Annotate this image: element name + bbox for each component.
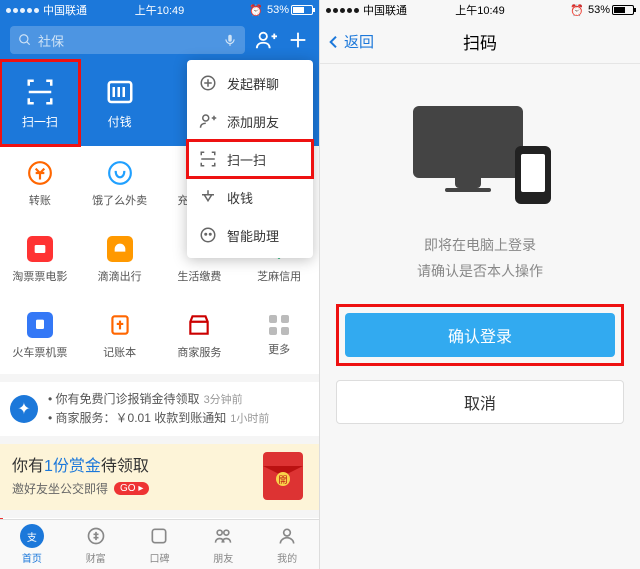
notification-feed[interactable]: ✦ • 你有免费门诊报销金待领取3分钟前 • 商家服务：￥0.01 收款到账通知… — [0, 382, 319, 436]
action-buttons: 确认登录 取消 — [320, 304, 640, 424]
grid-bookkeeping[interactable]: 记账本 — [80, 298, 160, 374]
grid-didi[interactable]: 滴滴出行 — [80, 222, 160, 298]
menu-collect[interactable]: 收钱 — [187, 178, 313, 216]
wealth-icon — [84, 524, 108, 548]
phone-icon — [515, 146, 551, 204]
scan-label: 扫一扫 — [22, 113, 58, 130]
status-bar: 中国联通 上午10:49 ⏰ 53% — [0, 0, 319, 20]
grid-more[interactable]: 更多 — [239, 298, 319, 374]
scan-small-icon — [199, 150, 217, 168]
clock-label: 上午10:49 — [135, 2, 185, 18]
search-input[interactable]: 社保 — [10, 26, 245, 54]
plus-dropdown-menu: 发起群聊 添加朋友 扫一扫 收钱 智能助理 — [187, 60, 313, 258]
left-phone-alipay-home: 中国联通 上午10:49 ⏰ 53% 社保 — [0, 0, 320, 569]
scan-button[interactable]: 扫一扫 — [0, 60, 80, 146]
grid-eleme[interactable]: 饿了么外卖 — [80, 146, 160, 222]
pay-icon — [105, 77, 135, 107]
more-icon — [269, 315, 289, 335]
reward-banner[interactable]: 你有1份赏金待领取 邀好友坐公交即得GO ▸ 開 — [0, 444, 319, 510]
scan-icon — [25, 77, 55, 107]
ant-icon: ✦ — [10, 395, 38, 423]
search-placeholder: 社保 — [38, 31, 64, 50]
train-icon — [27, 312, 53, 338]
tab-koubei[interactable]: 口碑 — [128, 520, 192, 569]
chevron-left-icon — [326, 34, 342, 50]
assistant-icon — [199, 226, 217, 244]
cancel-button[interactable]: 取消 — [336, 380, 624, 424]
carrier-label: 中国联通 — [363, 2, 407, 18]
confirm-highlight-box: 确认登录 — [336, 304, 624, 366]
signal-icon — [6, 8, 39, 13]
menu-assistant[interactable]: 智能助理 — [187, 216, 313, 254]
friends-icon — [211, 524, 235, 548]
desktop-login-illustration — [405, 106, 555, 206]
tab-me[interactable]: 我的 — [255, 520, 319, 569]
alarm-icon: ⏰ — [249, 4, 263, 17]
menu-add-friend[interactable]: 添加朋友 — [187, 102, 313, 140]
grid-transfer[interactable]: 转账 — [0, 146, 80, 222]
grid-train[interactable]: 火车票机票 — [0, 298, 80, 374]
carrier-label: 中国联通 — [43, 2, 87, 18]
back-button[interactable]: 返回 — [326, 31, 374, 52]
tab-wealth[interactable]: 财富 — [64, 520, 128, 569]
didi-icon — [107, 236, 133, 262]
tab-bar: 支首页 财富 口碑 朋友 我的 — [0, 519, 319, 569]
add-friend-icon — [199, 112, 217, 130]
signal-icon — [326, 8, 359, 13]
right-phone-scan-login: 中国联通 上午10:49 ⏰ 53% 返回 扫码 即将在电脑上登录 请确认是否本… — [320, 0, 640, 569]
battery-indicator: 53% — [588, 4, 634, 16]
menu-group-chat[interactable]: 发起群聊 — [187, 64, 313, 102]
clock-label: 上午10:49 — [455, 2, 505, 18]
status-bar: 中国联通 上午10:49 ⏰ 53% — [320, 0, 640, 20]
menu-scan[interactable]: 扫一扫 — [187, 140, 313, 178]
monitor-icon — [413, 106, 523, 178]
confirm-text: 即将在电脑上登录 请确认是否本人操作 — [320, 232, 640, 284]
grid-movie[interactable]: 淘票票电影 — [0, 222, 80, 298]
voice-icon[interactable] — [223, 33, 237, 47]
group-chat-icon — [199, 74, 217, 92]
koubei-icon — [147, 524, 171, 548]
profile-icon — [275, 524, 299, 548]
collect-small-icon — [199, 188, 217, 206]
red-envelope-icon: 開 — [263, 452, 303, 500]
shop-icon — [186, 312, 212, 338]
book-icon — [107, 312, 133, 338]
tab-friends[interactable]: 朋友 — [191, 520, 255, 569]
food-icon — [107, 160, 133, 186]
search-row: 社保 — [0, 20, 319, 60]
page-title: 扫码 — [463, 29, 497, 54]
movie-icon — [27, 236, 53, 262]
transfer-icon — [27, 160, 53, 186]
confirm-login-button[interactable]: 确认登录 — [345, 313, 615, 357]
plus-icon[interactable] — [287, 29, 309, 51]
feed-lines: • 你有免费门诊报销金待领取3分钟前 • 商家服务：￥0.01 收款到账通知1小… — [48, 390, 309, 428]
tab-home[interactable]: 支首页 — [0, 520, 64, 569]
grid-merchant[interactable]: 商家服务 — [160, 298, 240, 374]
battery-indicator: 53% — [267, 4, 313, 16]
go-badge[interactable]: GO ▸ — [114, 482, 149, 495]
alipay-logo-icon: 支 — [20, 524, 44, 548]
alarm-icon: ⏰ — [570, 4, 584, 17]
pay-label: 付钱 — [108, 113, 132, 130]
nav-bar: 返回 扫码 — [320, 20, 640, 64]
contacts-icon[interactable] — [255, 29, 277, 51]
pay-button[interactable]: 付钱 — [80, 60, 160, 146]
search-icon — [18, 33, 32, 47]
